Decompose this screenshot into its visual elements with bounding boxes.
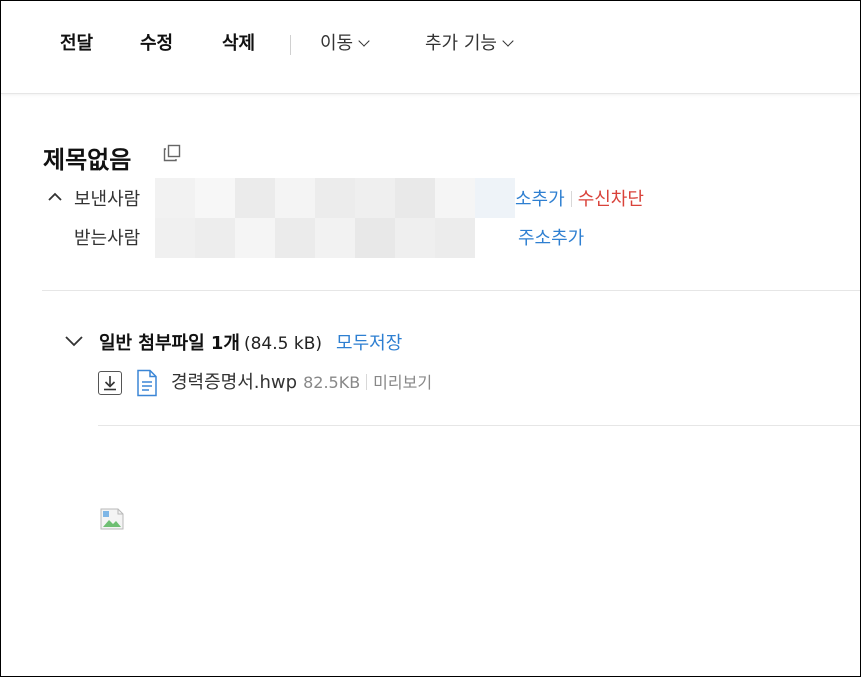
attachment-item: 경력증명서.hwp 82.5KB 미리보기 xyxy=(171,371,432,395)
action-divider xyxy=(570,191,572,207)
block-sender-link[interactable]: 수신차단 xyxy=(578,189,644,210)
attachments-header: 일반 첨부파일 1개 (84.5 kB) 모두저장 xyxy=(99,332,402,356)
download-icon xyxy=(104,376,116,391)
receiver-label: 받는사람 xyxy=(74,228,141,249)
mail-toolbar: 전달 수정 삭제 이동 추가 기능 xyxy=(1,1,860,94)
attachments-total-size: (84.5 kB) xyxy=(243,334,323,354)
preview-link[interactable]: 미리보기 xyxy=(373,373,432,392)
more-features-label: 추가 기능 xyxy=(425,33,497,54)
chevron-down-icon xyxy=(502,35,514,47)
header-divider xyxy=(42,290,860,291)
receiver-add-contact-link[interactable]: 주소추가 xyxy=(518,228,584,249)
sender-add-contact-link[interactable]: 소추가 xyxy=(515,189,565,210)
attachments-divider xyxy=(98,425,860,426)
toolbar-divider xyxy=(290,35,291,55)
mail-subject: 제목없음 xyxy=(43,146,132,174)
more-features-dropdown[interactable]: 추가 기능 xyxy=(425,31,514,57)
chevron-down-icon xyxy=(358,35,370,47)
attachment-file-size: 82.5KB xyxy=(303,373,361,392)
receiver-actions: 주소추가 xyxy=(518,227,584,251)
receiver-redacted xyxy=(155,218,513,258)
preview-divider xyxy=(366,374,368,390)
attachment-file-name[interactable]: 경력증명서.hwp xyxy=(171,372,297,393)
document-icon xyxy=(137,369,157,397)
mail-view: 전달 수정 삭제 이동 추가 기능 제목없음 보낸사람 소추가 수신차단 받는사람… xyxy=(0,0,861,677)
sender-label: 보낸사람 xyxy=(74,189,141,210)
copy-icon[interactable] xyxy=(163,144,181,162)
move-label: 이동 xyxy=(320,33,354,54)
sender-redacted xyxy=(155,178,515,218)
edit-button[interactable]: 수정 xyxy=(140,31,173,57)
save-all-link[interactable]: 모두저장 xyxy=(336,333,402,354)
delete-button[interactable]: 삭제 xyxy=(222,31,255,57)
download-button[interactable] xyxy=(98,371,122,395)
broken-image-icon xyxy=(100,508,124,530)
collapse-caret-icon[interactable] xyxy=(47,191,63,203)
sender-actions: 소추가 수신차단 xyxy=(515,188,644,212)
move-dropdown[interactable]: 이동 xyxy=(320,31,370,57)
forward-button[interactable]: 전달 xyxy=(60,31,93,57)
attachments-toggle-icon[interactable] xyxy=(64,334,84,348)
attachments-title: 일반 첨부파일 1개 xyxy=(99,333,240,354)
